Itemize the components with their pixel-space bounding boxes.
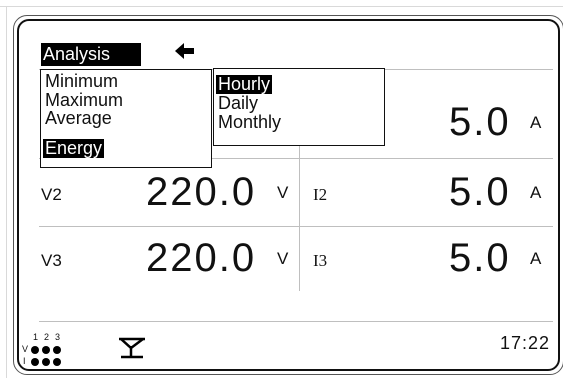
submenu-item-hourly[interactable]: Hourly — [216, 75, 273, 94]
v3-unit: V — [277, 249, 289, 268]
phase-number-2: 2 — [44, 332, 50, 342]
clock: 17:22 — [499, 333, 550, 353]
v2-label: V2 — [41, 185, 62, 204]
analysis-menu: Minimum Maximum Average Energy — [40, 69, 212, 168]
menu-item-average[interactable]: Average — [43, 109, 114, 128]
antenna-icon — [119, 337, 145, 359]
row-label-v: V — [22, 344, 29, 354]
frame-edge-top — [0, 6, 563, 7]
menu-item-minimum[interactable]: Minimum — [43, 72, 120, 91]
energy-submenu: Hourly Daily Monthly — [213, 68, 385, 146]
i2-value: 5.0 — [449, 170, 511, 214]
submenu-item-monthly[interactable]: Monthly — [216, 113, 283, 132]
status-bar: 1 2 3 V I 17:22 — [19, 321, 558, 369]
phase-number-1: 1 — [33, 332, 39, 342]
menu-item-energy[interactable]: Energy — [43, 139, 105, 158]
i2-unit: A — [530, 183, 542, 202]
i3-label: I3 — [313, 251, 328, 270]
i3-unit: A — [530, 249, 542, 268]
i3-value: 5.0 — [449, 236, 511, 280]
row-divider — [39, 226, 553, 227]
v3-value: 220.0 — [146, 236, 257, 280]
i2-label: I2 — [313, 185, 328, 204]
phase-number-3: 3 — [55, 332, 61, 342]
v2-unit: V — [277, 183, 289, 202]
frame-edge-left — [6, 6, 7, 378]
meter-screen: Analysis 5.0 A V2 220.0 V I2 5.0 A V3 22… — [17, 19, 560, 371]
screen-title: Analysis — [41, 43, 141, 66]
back-arrow-icon[interactable] — [173, 40, 197, 62]
v3-label: V3 — [41, 251, 62, 270]
phase-indicator: 1 2 3 V I — [22, 332, 102, 373]
phase-led-dots — [31, 346, 61, 366]
i1-unit: A — [530, 113, 542, 132]
row-label-i: I — [23, 356, 26, 366]
submenu-item-daily[interactable]: Daily — [216, 94, 260, 113]
v2-value: 220.0 — [146, 170, 257, 214]
i1-value: 5.0 — [449, 100, 511, 144]
